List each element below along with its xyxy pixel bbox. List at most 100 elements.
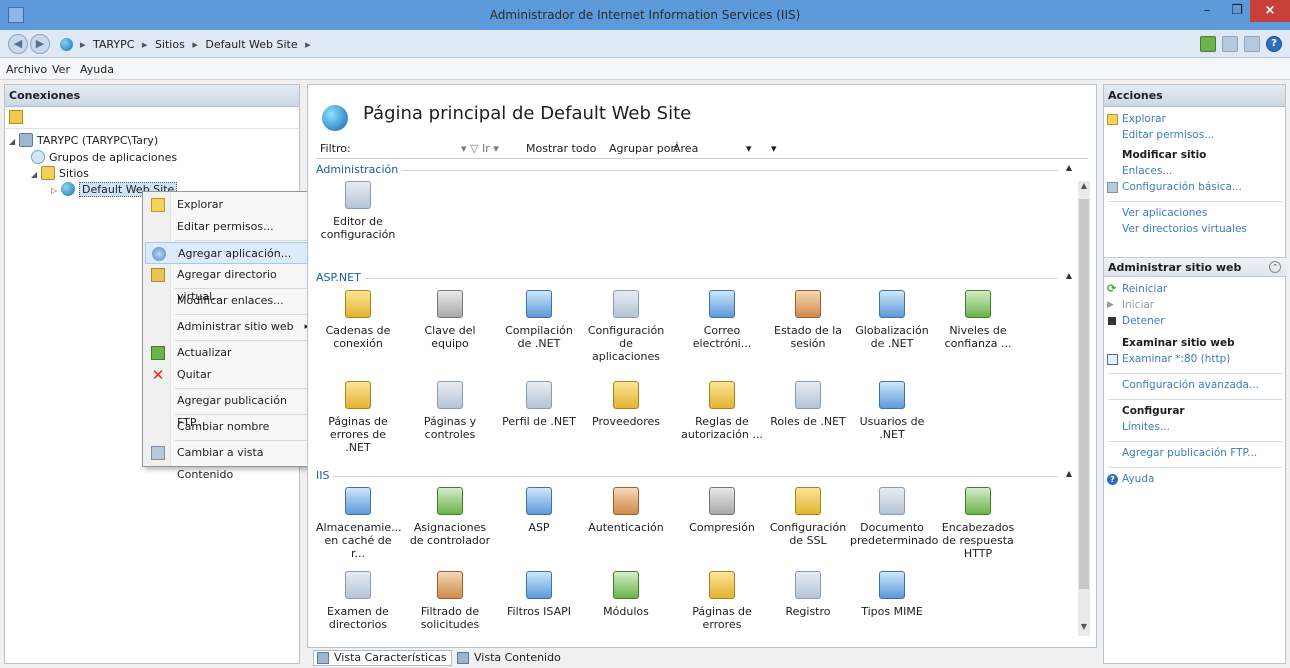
collapse-icon[interactable]: ▲ [1066, 271, 1072, 280]
ctx-add-virtual-directory[interactable]: Agregar directorio virtual... [145, 264, 317, 303]
group-administracion[interactable]: Administración ▲ [316, 163, 1072, 177]
action-explore[interactable]: Explorar [1104, 113, 1287, 125]
feature-default-document[interactable]: Documento predeterminado [850, 487, 938, 547]
feature-request-filtering[interactable]: Filtrado de solicitudes [408, 571, 492, 631]
feature-providers[interactable]: Proveedores [584, 381, 668, 428]
ctx-rename[interactable]: Cambiar nombre [145, 416, 317, 438]
feature-http-response-headers[interactable]: Encabezados de respuesta HTTP [936, 487, 1020, 560]
show-all-button[interactable]: Mostrar todo [526, 142, 596, 155]
action-edit-permissions[interactable]: Editar permisos... [1104, 129, 1287, 141]
go-button[interactable]: ▾ ▽ Ir ▾ [461, 142, 499, 155]
expand-arrow-icon[interactable]: ◢ [31, 167, 41, 183]
ctx-manage-website[interactable]: Administrar sitio web▸ [145, 316, 317, 338]
menu-ver[interactable]: Ver [52, 63, 70, 76]
feature-net-roles[interactable]: Roles de .NET [766, 381, 850, 428]
tree-item-server[interactable]: ◢ TARYPC (TARYPC\Tary) [9, 133, 158, 149]
feature-modules[interactable]: Módulos [584, 571, 668, 618]
ctx-explore[interactable]: Explorar [145, 194, 317, 216]
tab-features-view[interactable]: Vista Características [313, 650, 452, 666]
connect-icon[interactable] [9, 110, 23, 124]
tab-content-view[interactable]: Vista Contenido [453, 650, 566, 666]
close-button[interactable]: × [1250, 0, 1290, 22]
action-limits[interactable]: Límites... [1104, 421, 1287, 433]
feature-ssl-settings[interactable]: Configuración de SSL [766, 487, 850, 547]
feature-error-pages[interactable]: Páginas de errores [680, 571, 764, 631]
action-bindings[interactable]: Enlaces... [1104, 165, 1287, 177]
menu-archivo[interactable]: Archivo [6, 63, 47, 76]
manage-website-header[interactable]: Administrar sitio web ⌃ [1104, 257, 1287, 277]
ctx-add-application[interactable]: Agregar aplicación... [145, 242, 317, 264]
scroll-thumb[interactable] [1079, 199, 1089, 589]
feature-pages-controls[interactable]: Páginas y controles [408, 381, 492, 441]
feature-authorization-rules[interactable]: Reglas de autorización ... [680, 381, 764, 441]
feature-net-compilation[interactable]: Compilación de .NET [497, 290, 581, 350]
expand-arrow-icon[interactable]: ◢ [9, 134, 19, 150]
action-label: Modificar sitio [1122, 149, 1207, 161]
collapse-icon[interactable]: ▲ [1066, 469, 1072, 478]
breadcrumb-item-server[interactable]: TARYPC [93, 38, 134, 51]
ctx-remove[interactable]: ✕ Quitar [145, 364, 317, 386]
feature-net-globalization[interactable]: Globalización de .NET [850, 290, 934, 350]
feature-output-caching[interactable]: Almacenamie... en caché de r... [316, 487, 402, 560]
feature-trust-levels[interactable]: Niveles de confianza ... [936, 290, 1020, 350]
features-scrollbar[interactable]: ▲ ▼ [1078, 181, 1090, 636]
feature-directory-browsing[interactable]: Examen de directorios [316, 571, 400, 631]
ctx-edit-permissions[interactable]: Editar permisos... [145, 216, 317, 238]
feature-compression[interactable]: Compresión [680, 487, 764, 534]
collapse-icon[interactable]: ⌃ [1269, 261, 1281, 273]
help-icon[interactable]: ? [1266, 36, 1282, 52]
action-basic-settings[interactable]: Configuración básica... [1104, 181, 1287, 193]
feature-logging[interactable]: Registro [766, 571, 850, 618]
feature-authentication[interactable]: Autenticación [584, 487, 668, 534]
tree-item-sites[interactable]: ◢ Sitios [31, 166, 89, 182]
action-add-ftp-publishing[interactable]: Agregar publicación FTP... [1104, 447, 1287, 459]
ctx-refresh[interactable]: Actualizar [145, 342, 317, 364]
feature-connection-strings[interactable]: Cadenas de conexión [316, 290, 400, 350]
breadcrumb-item-site[interactable]: Default Web Site [205, 38, 297, 51]
action-label: Ver aplicaciones [1122, 207, 1208, 219]
action-browse-port-80[interactable]: Examinar *:80 (http) [1104, 353, 1287, 365]
filter-input[interactable] [361, 139, 456, 155]
tree-item-app-pools[interactable]: Grupos de aplicaciones [31, 150, 177, 166]
breadcrumb-item-sites[interactable]: Sitios [155, 38, 185, 51]
back-button[interactable]: ◀ [8, 34, 28, 54]
view-mode-icon[interactable]: ▾ [771, 142, 777, 155]
scroll-down-icon[interactable]: ▼ [1078, 622, 1090, 636]
feature-net-error-pages[interactable]: Páginas de errores de .NET [316, 381, 400, 454]
feature-smtp-email[interactable]: Correo electróni... [680, 290, 764, 350]
group-iis[interactable]: IIS ▲ [316, 469, 1072, 483]
feature-mime-types[interactable]: Tipos MIME [850, 571, 934, 618]
action-restart[interactable]: ⟳ Reiniciar [1104, 283, 1287, 295]
home-icon[interactable] [1244, 36, 1260, 52]
scroll-up-icon[interactable]: ▲ [1078, 181, 1090, 195]
maximize-button[interactable]: ❐ [1222, 0, 1252, 22]
feature-net-profile[interactable]: Perfil de .NET [497, 381, 581, 428]
collapse-icon[interactable]: ▲ [1066, 163, 1072, 172]
action-view-applications[interactable]: Ver aplicaciones [1104, 207, 1287, 219]
group-by-select[interactable]: Área [673, 142, 698, 155]
feature-isapi-filters[interactable]: Filtros ISAPI [497, 571, 581, 618]
group-aspnet[interactable]: ASP.NET ▲ [316, 271, 1072, 285]
feature-asp[interactable]: ASP [497, 487, 581, 534]
forward-button[interactable]: ▶ [30, 34, 50, 54]
group-by-dropdown-icon[interactable]: ▾ [746, 142, 752, 155]
feature-machine-key[interactable]: Clave del equipo [408, 290, 492, 350]
menu-ayuda[interactable]: Ayuda [80, 63, 114, 76]
feature-editor-config[interactable]: Editor de configuración [316, 181, 400, 241]
feature-handler-mappings[interactable]: Asignaciones de controlador [408, 487, 492, 547]
ctx-add-ftp[interactable]: Agregar publicación FTP... [145, 390, 317, 429]
action-help[interactable]: ? Ayuda [1104, 473, 1287, 485]
ctx-edit-bindings[interactable]: Modificar enlaces... [145, 290, 317, 312]
ctx-switch-content-view[interactable]: Cambiar a vista Contenido [145, 442, 317, 481]
action-stop[interactable]: Detener [1104, 315, 1287, 327]
expand-arrow-icon[interactable]: ▷ [51, 183, 61, 199]
feature-net-users[interactable]: Usuarios de .NET [850, 381, 934, 441]
stop-icon[interactable] [1222, 36, 1238, 52]
feature-app-settings[interactable]: Configuración de aplicaciones [584, 290, 668, 363]
feature-session-state[interactable]: Estado de la sesión [766, 290, 850, 350]
minimize-button[interactable]: – [1192, 0, 1222, 22]
action-view-virtual-directories[interactable]: Ver directorios virtuales [1104, 223, 1287, 235]
action-advanced-settings[interactable]: Configuración avanzada... [1104, 379, 1287, 391]
refresh-icon[interactable] [1200, 36, 1216, 52]
users-icon [879, 381, 905, 409]
